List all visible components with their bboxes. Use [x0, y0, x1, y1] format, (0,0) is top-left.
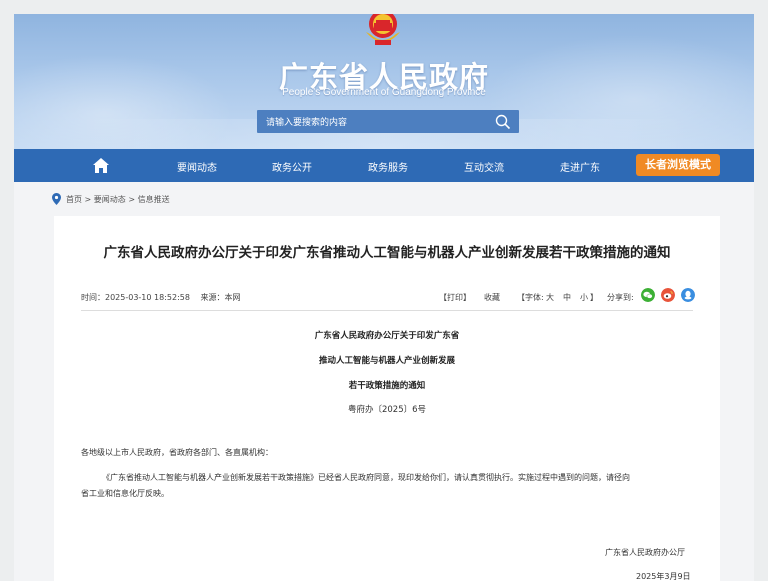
- qq-share-icon[interactable]: [681, 288, 695, 302]
- signature-date: 2025年3月9日: [636, 572, 691, 581]
- search-box[interactable]: 请输入要搜索的内容: [257, 110, 519, 133]
- doc-heading-line-1: 广东省人民政府办公厅关于印发广东省: [314, 331, 460, 341]
- article-title: 广东省人民政府办公厅关于印发广东省推动人工智能与机器人产业创新发展若干政策措施的…: [103, 245, 671, 261]
- publish-time: 时间：2025-03-10 18:52:58: [81, 293, 190, 302]
- print-link[interactable]: 【打印】: [439, 292, 471, 303]
- site-frame: 广东省人民政府 People's Government of Guangdong…: [14, 14, 754, 581]
- elder-mode-button[interactable]: 长者浏览模式: [636, 154, 720, 176]
- article-card: 广东省人民政府办公厅关于印发广东省推动人工智能与机器人产业创新发展若干政策措施的…: [54, 216, 720, 581]
- search-icon[interactable]: [495, 114, 511, 130]
- nav-item-about-guangdong[interactable]: 走进广东: [560, 159, 600, 174]
- favorite-link[interactable]: 收藏: [484, 292, 500, 303]
- doc-number: 粤府办〔2025〕6号: [347, 405, 427, 415]
- doc-heading-line-3: 若干政策措施的通知: [348, 381, 426, 391]
- site-subtitle: People's Government of Guangdong Provinc…: [282, 87, 486, 98]
- signature: 广东省人民政府办公厅: [605, 548, 685, 557]
- meta-divider: [81, 310, 693, 311]
- nav-item-news[interactable]: 要闻动态: [177, 159, 217, 174]
- article-source: 来源：本网: [200, 293, 241, 302]
- location-pin-icon: [52, 193, 61, 205]
- font-size-label: 【字体:: [517, 293, 544, 302]
- font-bracket: 】: [590, 293, 598, 302]
- nav-item-gov-affairs-open[interactable]: 政务公开: [272, 159, 312, 174]
- wechat-share-icon[interactable]: [641, 288, 655, 302]
- body-line-2: 省工业和信息化厅反映。: [81, 489, 169, 498]
- article-meta: 时间：2025-03-10 18:52:58 来源：本网: [81, 292, 249, 303]
- doc-heading-line-2: 推动人工智能与机器人产业创新发展: [318, 356, 455, 366]
- main-nav: 要闻动态 政务公开 政务服务 互动交流 走进广东 长者浏览模式: [14, 149, 754, 182]
- salutation: 各地级以上市人民政府，省政府各部门、各直属机构：: [81, 448, 273, 457]
- body-line-1: 《广东省推动人工智能与机器人产业创新发展若干政策措施》已经省人民政府同意，现印发…: [102, 473, 630, 482]
- font-small-link[interactable]: 小: [580, 292, 588, 303]
- header-banner: 广东省人民政府 People's Government of Guangdong…: [14, 14, 754, 149]
- font-large-link[interactable]: 大: [546, 292, 554, 303]
- breadcrumb-text[interactable]: 首页 > 要闻动态 > 信息推送: [66, 194, 170, 205]
- share-label: 分享到:: [607, 293, 634, 302]
- nav-item-gov-services[interactable]: 政务服务: [368, 159, 408, 174]
- national-emblem-icon: [366, 14, 400, 45]
- nav-item-interaction[interactable]: 互动交流: [464, 159, 504, 174]
- search-input[interactable]: 请输入要搜索的内容: [266, 115, 347, 128]
- weibo-share-icon[interactable]: [661, 288, 675, 302]
- home-icon[interactable]: [92, 157, 110, 174]
- font-medium-link[interactable]: 中: [563, 292, 571, 303]
